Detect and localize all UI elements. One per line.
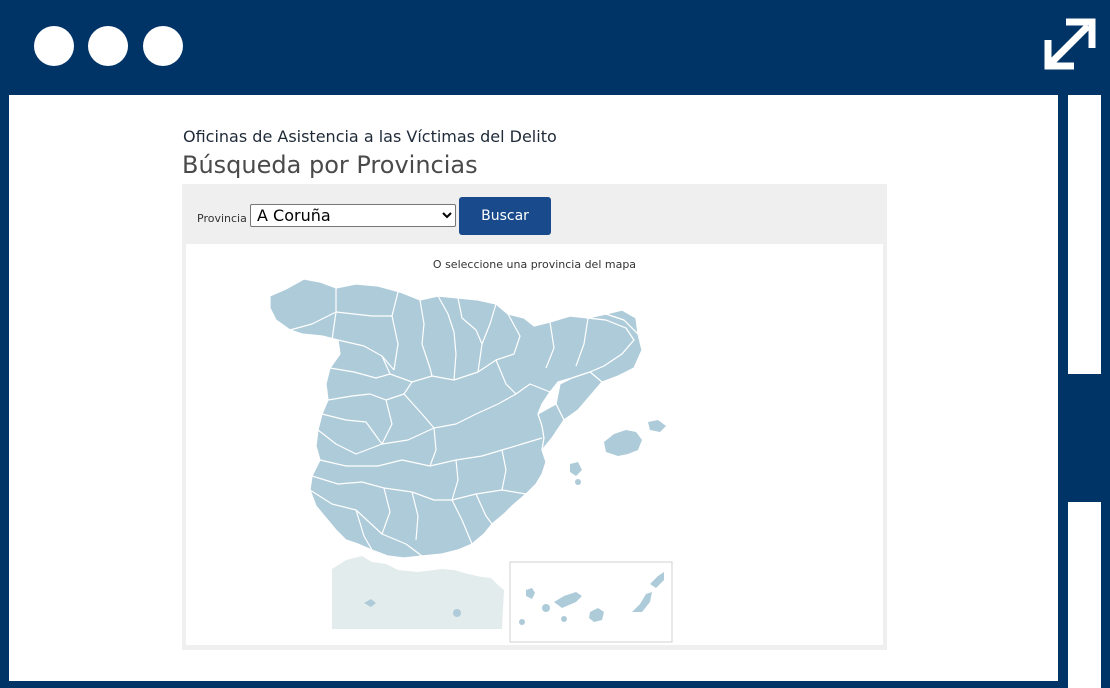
peninsula-provinces[interactable] — [269, 278, 635, 559]
province-select[interactable]: A Coruña — [250, 204, 456, 227]
scrollbar-track-bottom[interactable] — [1068, 502, 1101, 688]
africa-coast — [332, 556, 504, 629]
window-dot-2[interactable] — [88, 26, 128, 66]
melilla-region[interactable] — [453, 609, 461, 617]
map-area: O seleccione una provincia del mapa — [186, 244, 883, 645]
page-content: Oficinas de Asistencia a las Víctimas de… — [9, 95, 1058, 681]
expand-arrows-icon[interactable] — [1040, 14, 1100, 74]
province-label: Provincia — [197, 212, 247, 225]
province-galicia-group — [269, 278, 635, 559]
page-subtitle: Oficinas de Asistencia a las Víctimas de… — [183, 127, 557, 146]
window-dot-1[interactable] — [34, 26, 74, 66]
search-panel: Provincia A Coruña Buscar O seleccione u… — [182, 184, 887, 650]
search-button[interactable]: Buscar — [459, 197, 551, 235]
page-title: Búsqueda por Provincias — [182, 151, 478, 179]
canary-islands[interactable] — [519, 572, 664, 625]
scrollbar-track-top[interactable] — [1068, 95, 1101, 374]
balearic-islands[interactable] — [570, 420, 666, 485]
window-dot-3[interactable] — [143, 26, 183, 66]
spain-map[interactable] — [186, 244, 883, 645]
